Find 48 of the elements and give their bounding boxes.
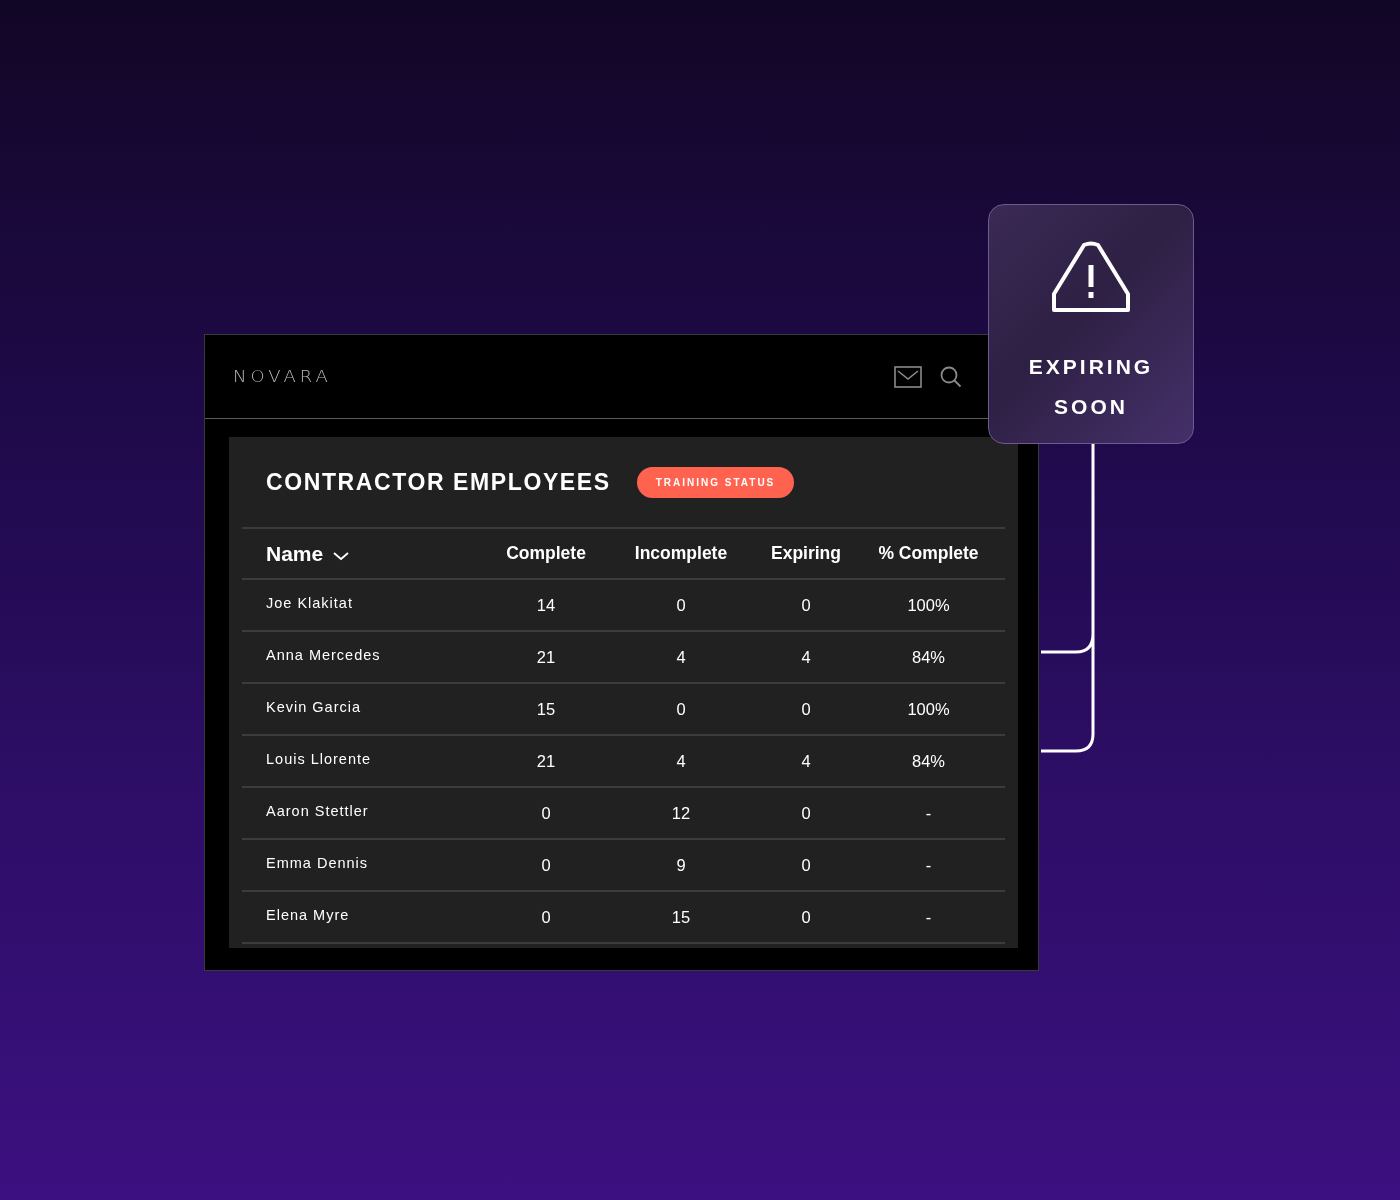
table-cell-text: 4 (675, 751, 687, 771)
table-cell-text: 0 (675, 595, 687, 615)
table-cell-text: 0 (800, 595, 812, 615)
table-cell-text: 0 (800, 907, 812, 927)
table-cell-text: 14 (535, 595, 557, 615)
table-cell-text: 100% (906, 699, 951, 719)
table-cell-text: 12 (670, 803, 692, 823)
logo: NOVARA (233, 367, 332, 386)
status-badge: TRAINING STATUS (636, 466, 795, 498)
table-cell-text: 0 (800, 803, 812, 823)
table-cell-text: 0 (800, 855, 812, 875)
table-cell-text: 9 (675, 855, 687, 875)
table-cell-text: 84% (911, 751, 946, 771)
column-header[interactable]: Incomplete (634, 543, 728, 564)
name-cell-text: Joe Klakitat (265, 595, 354, 611)
table-cell-text: - (924, 855, 933, 875)
table-cell-text: 0 (800, 699, 812, 719)
table-cell-text: 4 (675, 647, 687, 667)
name-cell-text: Aaron Stettler (265, 803, 370, 819)
column-header[interactable]: Name (266, 541, 324, 566)
column-header[interactable]: % Complete (878, 543, 979, 564)
alert-title: EXPIRING SOON (1027, 354, 1155, 420)
mail-icon[interactable] (894, 365, 922, 388)
table-cell-text: 15 (535, 699, 557, 719)
table-cell-text: - (924, 907, 933, 927)
table-cell-text: - (924, 803, 933, 823)
name-cell-text: Emma Dennis (265, 855, 370, 871)
table-cell-text: 100% (906, 595, 951, 615)
name-cell-text: Louis Llorente (265, 751, 373, 767)
name-cell-text: Kevin Garcia (265, 699, 362, 715)
table-cell-text: 15 (670, 907, 692, 927)
table-cell-text: 4 (800, 751, 812, 771)
panel-title: CONTRACTOR EMPLOYEES (266, 468, 611, 496)
table-cell-text: 21 (535, 647, 557, 667)
name-cell-text: Anna Mercedes (265, 647, 382, 663)
warning-icon (1051, 241, 1131, 313)
caret-icon[interactable] (333, 550, 350, 561)
table-cell-text: 0 (540, 907, 552, 927)
search-icon[interactable] (940, 365, 962, 388)
name-cell-text: Elena Myre (265, 907, 351, 923)
table-cell-text: 0 (540, 855, 552, 875)
table-cell-text: 4 (800, 647, 812, 667)
table-cell-text: 0 (540, 803, 552, 823)
table-cell-text: 21 (535, 751, 557, 771)
table-cell-text: 84% (911, 647, 946, 667)
table-cell-text: 0 (675, 699, 687, 719)
column-header[interactable]: Expiring (771, 543, 841, 564)
column-header[interactable]: Complete (506, 543, 586, 564)
